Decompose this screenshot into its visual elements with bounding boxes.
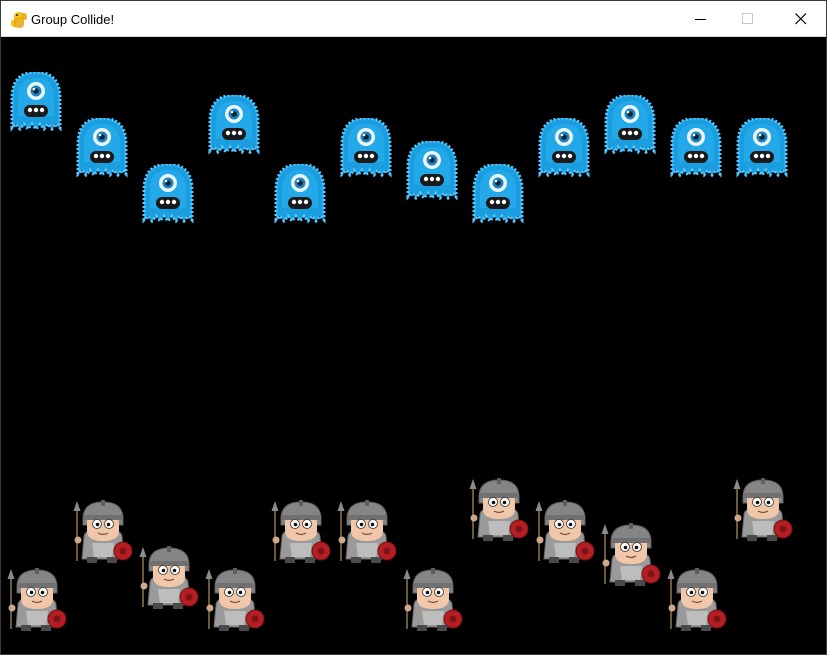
knight-sprite: [72, 499, 133, 564]
monster-sprite: [538, 118, 590, 177]
monster-sprite: [472, 164, 524, 223]
minimize-icon: [695, 19, 706, 20]
python-snake-icon: [11, 12, 27, 28]
knight-sprite: [402, 567, 463, 632]
knight-sprite: [732, 477, 793, 542]
monster-sprite: [670, 118, 722, 177]
knight-sprite: [666, 567, 727, 632]
close-icon: [795, 13, 807, 25]
game-window: Group Collide!: [0, 0, 827, 655]
maximize-icon: [742, 13, 753, 24]
knight-sprite: [336, 499, 397, 564]
window-title: Group Collide!: [31, 12, 115, 27]
knight-sprite: [468, 477, 529, 542]
knight-sprite: [534, 499, 595, 564]
maximize-button[interactable]: [725, 1, 771, 37]
monster-sprite: [142, 164, 194, 223]
close-button[interactable]: [778, 1, 824, 37]
monster-sprite: [10, 72, 62, 131]
knight-sprite: [6, 567, 67, 632]
monster-sprite: [208, 95, 260, 154]
game-canvas[interactable]: [2, 37, 826, 654]
monster-sprite: [736, 118, 788, 177]
monster-sprite: [76, 118, 128, 177]
knight-sprite: [600, 522, 661, 587]
monster-sprite: [340, 118, 392, 177]
title-bar[interactable]: Group Collide!: [1, 1, 826, 37]
knight-sprite: [204, 567, 265, 632]
minimize-button[interactable]: [678, 1, 724, 37]
knight-sprite: [270, 499, 331, 564]
knight-sprite: [138, 545, 199, 610]
monster-sprite: [604, 95, 656, 154]
monster-sprite: [406, 141, 458, 200]
monster-sprite: [274, 164, 326, 223]
